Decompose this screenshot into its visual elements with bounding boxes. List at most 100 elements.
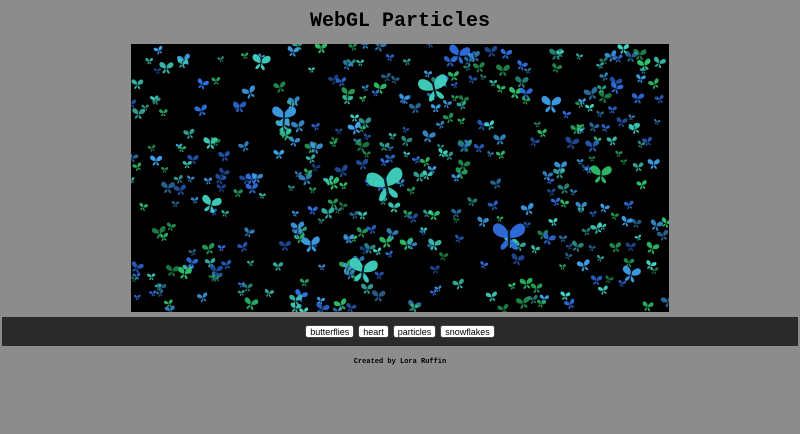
butterfly-particle bbox=[493, 134, 506, 145]
butterfly-particle bbox=[161, 166, 169, 173]
butterfly-particle bbox=[622, 265, 641, 283]
butterfly-particle bbox=[244, 297, 259, 311]
particles-button[interactable]: particles bbox=[392, 325, 437, 338]
butterfly-particle bbox=[606, 136, 617, 146]
butterfly-particle bbox=[424, 70, 432, 78]
butterfly-particle bbox=[541, 95, 562, 113]
butterfly-particle bbox=[245, 183, 258, 194]
butterfly-particle bbox=[139, 202, 149, 211]
butterfly-particle bbox=[388, 132, 397, 140]
butterfly-particle bbox=[318, 218, 325, 224]
butterfly-particle bbox=[187, 175, 195, 183]
butterfly-particle bbox=[363, 133, 372, 141]
butterfly-particle bbox=[589, 210, 597, 218]
butterfly-particle bbox=[145, 57, 154, 65]
butterfly-particle bbox=[366, 224, 377, 235]
butterfly-particle bbox=[132, 108, 146, 120]
butterfly-particle bbox=[349, 210, 359, 220]
butterfly-particle bbox=[335, 128, 343, 135]
butterfly-particle bbox=[442, 112, 454, 124]
butterfly-particle bbox=[361, 283, 374, 294]
butterfly-particle bbox=[288, 185, 295, 192]
butterfly-particle bbox=[477, 216, 489, 227]
butterfly-particle bbox=[515, 76, 529, 88]
butterfly-particle bbox=[450, 82, 458, 89]
butterfly-particle bbox=[188, 248, 196, 256]
butterfly-particle bbox=[159, 62, 174, 74]
butterfly-particle bbox=[178, 145, 187, 153]
butterfly-particle bbox=[134, 294, 141, 301]
butterfly-particle bbox=[565, 136, 579, 150]
butterfly-particle bbox=[402, 126, 410, 134]
butterfly-particle bbox=[408, 102, 421, 114]
butterfly-particle bbox=[487, 150, 494, 158]
butterfly-particle bbox=[237, 289, 245, 296]
butterfly-particle bbox=[609, 242, 622, 253]
butterfly-particle bbox=[385, 250, 393, 258]
butterfly-particle bbox=[291, 210, 299, 217]
butterfly-particle bbox=[453, 217, 460, 224]
butterfly-particle bbox=[147, 273, 156, 281]
butterfly-particle bbox=[451, 94, 459, 102]
butterfly-particle bbox=[166, 264, 180, 277]
butterfly-particle bbox=[588, 245, 596, 252]
butterfly-particle bbox=[615, 150, 623, 157]
butterfly-particle bbox=[660, 295, 669, 308]
butterflies-button[interactable]: butterflies bbox=[305, 325, 355, 338]
butterfly-particle bbox=[413, 171, 426, 182]
butterfly-particle bbox=[356, 158, 369, 170]
heart-button[interactable]: heart bbox=[358, 325, 389, 338]
butterfly-particle bbox=[443, 99, 452, 109]
butterfly-particle bbox=[391, 75, 400, 84]
butterfly-particle bbox=[217, 244, 226, 252]
butterfly-particle bbox=[305, 154, 316, 164]
butterfly-particle bbox=[350, 114, 359, 122]
butterfly-particle bbox=[496, 64, 510, 76]
butterfly-particle bbox=[216, 184, 226, 192]
butterfly-particle bbox=[147, 144, 156, 152]
butterfly-particle bbox=[159, 109, 168, 117]
butterfly-particle bbox=[636, 74, 646, 83]
butterfly-particle bbox=[264, 288, 274, 298]
butterfly-particle bbox=[233, 189, 243, 198]
snowflakes-button[interactable]: snowflakes bbox=[440, 325, 495, 338]
butterfly-particle bbox=[585, 139, 600, 152]
butterfly-particle bbox=[484, 120, 495, 130]
butterfly-particle bbox=[334, 164, 348, 178]
butterfly-particle bbox=[530, 283, 543, 293]
butterfly-particle bbox=[190, 196, 199, 204]
butterfly-particle bbox=[608, 106, 617, 114]
butterfly-particle bbox=[597, 285, 608, 295]
butterfly-particle bbox=[359, 44, 371, 49]
butterfly-particle bbox=[423, 209, 432, 218]
butterfly-particle bbox=[455, 234, 464, 243]
butterfly-particle bbox=[211, 77, 221, 85]
butterfly-particle bbox=[473, 62, 485, 73]
butterfly-particle bbox=[520, 202, 534, 216]
butterfly-particle bbox=[616, 117, 628, 128]
butterfly-particle bbox=[318, 264, 326, 271]
butterfly-particle bbox=[273, 81, 286, 93]
butterfly-particle bbox=[648, 78, 659, 89]
butterfly-particle bbox=[311, 122, 320, 131]
butterfly-particle bbox=[314, 44, 328, 54]
butterfly-particle bbox=[496, 215, 504, 222]
butterfly-particle bbox=[589, 122, 600, 132]
butterfly-particle bbox=[155, 290, 163, 297]
butterfly-particle bbox=[558, 235, 568, 243]
butterfly-particle bbox=[653, 56, 666, 69]
butterfly-particle bbox=[244, 227, 255, 238]
butterfly-particle bbox=[150, 155, 163, 166]
butterfly-particle bbox=[183, 128, 195, 139]
butterfly-particle bbox=[575, 201, 587, 212]
particle-canvas[interactable] bbox=[131, 44, 669, 312]
butterfly-particle bbox=[356, 227, 368, 238]
butterfly-particle bbox=[590, 275, 603, 285]
butterfly-particle bbox=[173, 174, 183, 184]
butterfly-particle bbox=[327, 198, 338, 208]
butterfly-particle bbox=[131, 99, 137, 109]
butterfly-particle bbox=[550, 197, 561, 207]
butterfly-particle bbox=[524, 67, 531, 74]
butterfly-particle bbox=[646, 241, 660, 254]
butterfly-particle bbox=[537, 128, 547, 138]
